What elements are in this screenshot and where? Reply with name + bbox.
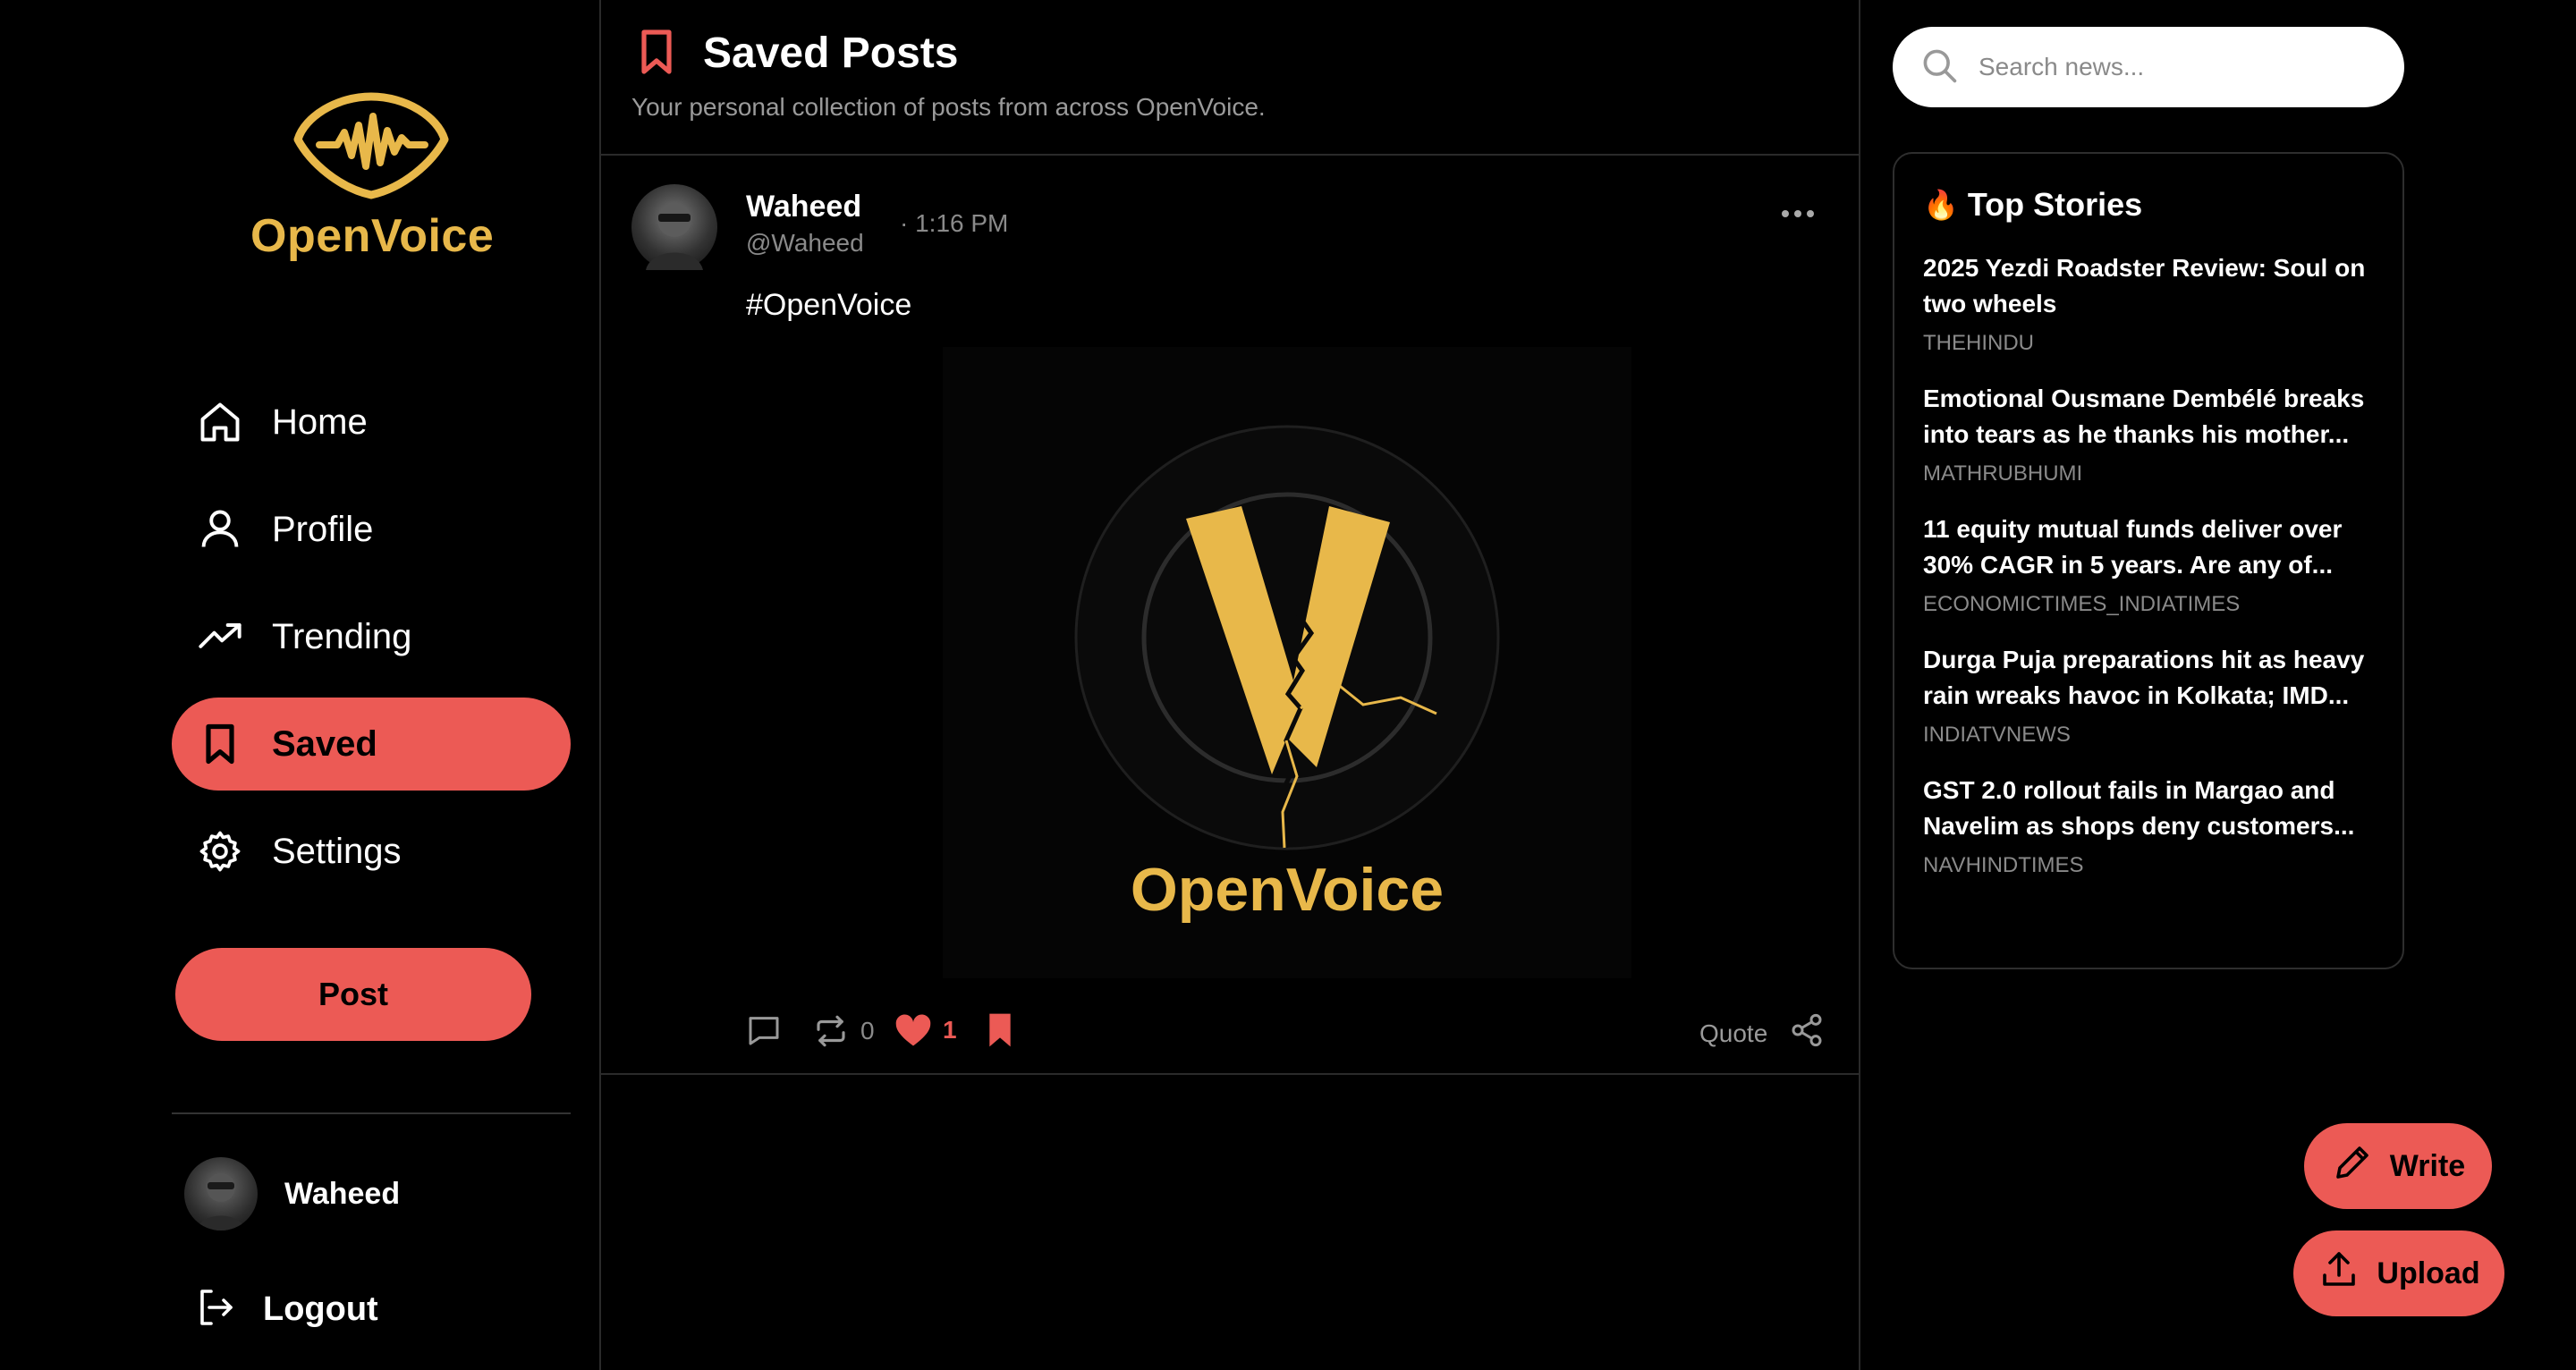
write-button[interactable]: Write bbox=[2304, 1123, 2492, 1209]
top-stories-panel: 🔥 Top Stories 2025 Yezdi Roadster Review… bbox=[1893, 152, 2404, 969]
post-image-brand: OpenVoice bbox=[1131, 856, 1444, 924]
like-count: 1 bbox=[943, 1016, 957, 1044]
post-handle[interactable]: @Waheed bbox=[746, 229, 864, 258]
bookmark-icon bbox=[195, 719, 245, 769]
story-item[interactable]: 11 equity mutual funds deliver over 30% C… bbox=[1923, 512, 2376, 617]
story-title: Durga Puja preparations hit as heavy rain… bbox=[1923, 646, 2365, 709]
bookmark-button[interactable] bbox=[984, 1012, 1016, 1048]
app-root: OpenVoice Home Profile Trending Saved Se… bbox=[0, 0, 2576, 1370]
fire-icon: 🔥 bbox=[1923, 189, 1959, 221]
repost-button[interactable]: 0 bbox=[812, 1012, 875, 1050]
search-input[interactable] bbox=[1979, 53, 2372, 81]
share-icon bbox=[1792, 1013, 1822, 1047]
sidebar-item-trending[interactable]: Trending bbox=[172, 590, 571, 683]
user-icon bbox=[195, 504, 245, 554]
story-item[interactable]: Emotional Ousmane Dembélé breaks into tea… bbox=[1923, 381, 2376, 486]
post-text: #OpenVoice bbox=[746, 288, 912, 322]
post-actions: 0 1 Quote bbox=[746, 1012, 1828, 1057]
sidebar-item-label: Profile bbox=[272, 509, 374, 549]
main-column: Saved Posts Your personal collection of … bbox=[601, 0, 1860, 1370]
avatar[interactable] bbox=[631, 184, 717, 270]
comment-icon bbox=[749, 1017, 779, 1045]
post-author[interactable]: Waheed bbox=[746, 190, 861, 224]
story-item[interactable]: GST 2.0 rollout fails in Margao and Navel… bbox=[1923, 773, 2376, 878]
sidebar-item-label: Home bbox=[272, 402, 368, 442]
sidebar-item-label: Saved bbox=[272, 723, 377, 764]
pencil-icon bbox=[2331, 1141, 2374, 1192]
sidebar: OpenVoice Home Profile Trending Saved Se… bbox=[0, 0, 601, 1370]
sidebar-divider bbox=[172, 1112, 571, 1114]
more-options-icon[interactable] bbox=[1780, 207, 1816, 224]
story-item[interactable]: 2025 Yezdi Roadster Review: Soul on two w… bbox=[1923, 250, 2376, 356]
like-button[interactable]: 1 bbox=[894, 1012, 957, 1048]
story-source: ECONOMICTIMES_INDIATIMES bbox=[1923, 592, 2241, 616]
logout-button[interactable]: Logout bbox=[193, 1286, 378, 1333]
sidebar-nav: Home Profile Trending Saved Settings bbox=[172, 376, 571, 912]
news-search[interactable] bbox=[1893, 27, 2404, 107]
story-source: INDIATVNEWS bbox=[1923, 723, 2071, 747]
repost-count: 0 bbox=[860, 1017, 875, 1044]
post-timestamp: · 1:16 PM bbox=[900, 209, 1009, 237]
logout-icon bbox=[193, 1286, 236, 1333]
post-image[interactable]: OpenVoice bbox=[943, 347, 1631, 978]
top-stories-title: Top Stories bbox=[1967, 186, 2143, 223]
app-logo-text: OpenVoice bbox=[250, 210, 495, 262]
story-title: Emotional Ousmane Dembélé breaks into tea… bbox=[1923, 385, 2365, 448]
repost-icon bbox=[817, 1015, 845, 1047]
page-title: Saved Posts bbox=[703, 30, 959, 77]
trending-icon bbox=[195, 612, 245, 662]
home-icon bbox=[195, 397, 245, 447]
soundwave-logo-icon bbox=[293, 92, 449, 199]
saved-post[interactable]: Waheed @Waheed · 1:16 PM #OpenVoice Open… bbox=[601, 156, 1859, 1075]
share-button[interactable] bbox=[1789, 1012, 1825, 1048]
gear-icon bbox=[195, 826, 245, 876]
post-button[interactable]: Post bbox=[175, 948, 531, 1041]
story-item[interactable]: Durga Puja preparations hit as heavy rain… bbox=[1923, 642, 2376, 748]
app-logo[interactable]: OpenVoice bbox=[250, 89, 495, 263]
upload-icon bbox=[2318, 1248, 2360, 1299]
sidebar-item-label: Settings bbox=[272, 831, 402, 871]
sidebar-item-settings[interactable]: Settings bbox=[172, 805, 571, 898]
story-title: 11 equity mutual funds deliver over 30% C… bbox=[1923, 515, 2343, 579]
upload-button[interactable]: Upload bbox=[2293, 1230, 2504, 1316]
write-label: Write bbox=[2389, 1148, 2466, 1183]
sidebar-item-profile[interactable]: Profile bbox=[172, 483, 571, 576]
sidebar-item-label: Trending bbox=[272, 616, 412, 656]
page-subtitle: Your personal collection of posts from a… bbox=[631, 93, 1266, 121]
avatar bbox=[184, 1157, 258, 1230]
bookmark-icon bbox=[989, 1013, 1011, 1047]
reply-button[interactable] bbox=[746, 1012, 782, 1048]
search-icon bbox=[1919, 46, 1959, 89]
story-title: 2025 Yezdi Roadster Review: Soul on two w… bbox=[1923, 254, 2366, 317]
quote-button[interactable]: Quote bbox=[1699, 1019, 1767, 1048]
sidebar-item-saved[interactable]: Saved bbox=[172, 698, 571, 791]
current-user[interactable]: Waheed bbox=[184, 1157, 400, 1230]
logout-label: Logout bbox=[263, 1290, 378, 1328]
story-source: MATHRUBHUMI bbox=[1923, 461, 2083, 486]
heart-icon bbox=[895, 1014, 931, 1046]
current-user-name: Waheed bbox=[284, 1176, 401, 1211]
story-source: NAVHINDTIMES bbox=[1923, 853, 2084, 877]
story-source: THEHINDU bbox=[1923, 331, 2034, 355]
upload-label: Upload bbox=[2377, 1256, 2480, 1290]
top-stories-heading: 🔥 Top Stories bbox=[1923, 186, 2376, 224]
page-header: Saved Posts Your personal collection of … bbox=[601, 0, 1859, 156]
bookmark-icon bbox=[635, 29, 678, 81]
story-title: GST 2.0 rollout fails in Margao and Navel… bbox=[1923, 776, 2355, 840]
sidebar-item-home[interactable]: Home bbox=[172, 376, 571, 469]
